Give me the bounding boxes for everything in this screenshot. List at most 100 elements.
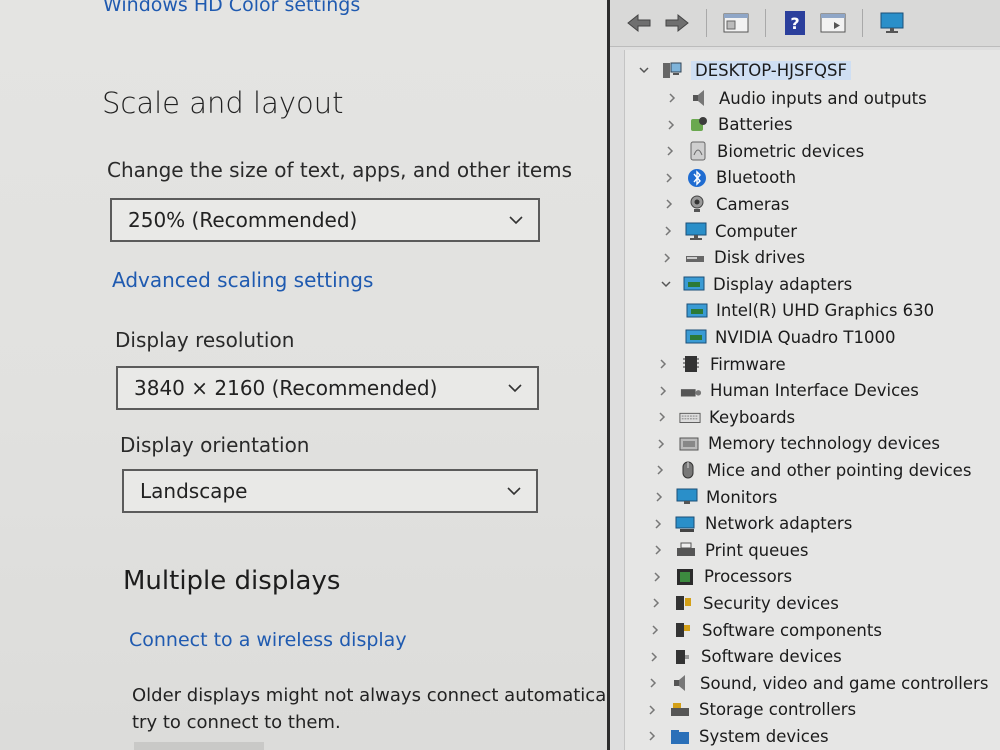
device-tree-category[interactable]: Storage controllers [645, 698, 856, 722]
speaker-icon [670, 673, 692, 693]
display-adapter-icon [686, 301, 708, 321]
system-folder-icon [669, 726, 691, 746]
device-manager-window: ? DESKTOP-HJSFQSF Audio inputs and outpu… [607, 0, 1000, 750]
chevron-down-icon[interactable] [659, 277, 673, 291]
advanced-scaling-link[interactable]: Advanced scaling settings [112, 268, 373, 292]
chevron-right-icon[interactable] [651, 543, 665, 557]
chevron-right-icon[interactable] [651, 517, 665, 531]
resolution-dropdown[interactable]: 3840 × 2160 (Recommended) [116, 366, 539, 410]
device-tree-category[interactable]: Batteries [664, 113, 793, 137]
toolbar-separator [765, 9, 766, 37]
chevron-right-icon[interactable] [661, 224, 675, 238]
device-tree-label: Audio inputs and outputs [719, 88, 927, 108]
chevron-right-icon[interactable] [662, 171, 676, 185]
toolbar-separator [862, 9, 863, 37]
device-tree-category[interactable]: Software components [648, 618, 882, 642]
network-icon [675, 514, 697, 534]
toolbar-separator [706, 9, 707, 37]
device-tree-category[interactable]: System devices [645, 724, 829, 748]
display-adapter-icon [685, 327, 707, 347]
monitor-icon [676, 487, 698, 507]
orientation-label: Display orientation [120, 433, 310, 457]
detect-button[interactable] [134, 742, 264, 750]
device-tree-category[interactable]: Monitors [652, 485, 777, 509]
chevron-right-icon[interactable] [664, 118, 678, 132]
chevron-right-icon[interactable] [650, 570, 664, 584]
chevron-right-icon[interactable] [662, 197, 676, 211]
svg-text:?: ? [790, 14, 799, 33]
device-tree-category[interactable]: Print queues [651, 538, 809, 562]
device-tree-category[interactable]: Bluetooth [662, 166, 796, 190]
help-icon[interactable]: ? [780, 8, 810, 38]
device-tree-category[interactable]: Security devices [649, 591, 839, 615]
chevron-down-icon [508, 384, 522, 393]
device-tree-category[interactable]: Processors [650, 565, 792, 589]
chevron-right-icon[interactable] [656, 357, 670, 371]
scale-dropdown[interactable]: 250% (Recommended) [110, 198, 540, 242]
chevron-right-icon[interactable] [652, 490, 666, 504]
device-tree-label: Intel(R) UHD Graphics 630 [716, 301, 935, 321]
device-tree-child-item[interactable]: Intel(R) UHD Graphics 630 [686, 299, 934, 323]
device-tree-category[interactable]: Mice and other pointing devices [653, 458, 971, 482]
computer-icon [661, 60, 683, 80]
device-tree-category[interactable]: Firmware [656, 352, 786, 376]
device-tree-category[interactable]: Keyboards [655, 405, 795, 429]
software-component-icon [672, 620, 694, 640]
speaker-icon [689, 88, 711, 108]
chevron-right-icon[interactable] [665, 91, 679, 105]
chevron-right-icon[interactable] [645, 729, 659, 743]
update-driver-icon[interactable] [818, 8, 848, 38]
chevron-right-icon[interactable] [653, 463, 667, 477]
device-tree-category[interactable]: Sound, video and game controllers [646, 671, 988, 695]
wireless-display-link[interactable]: Connect to a wireless display [129, 629, 407, 651]
device-tree-label: Processors [704, 567, 793, 587]
resolution-value: 3840 × 2160 (Recommended) [134, 376, 438, 400]
device-tree-category[interactable]: Display adapters [659, 272, 852, 296]
storage-icon [669, 700, 691, 720]
device-tree-label: Monitors [706, 487, 778, 507]
hid-icon [680, 381, 702, 401]
device-tree-label: Storage controllers [699, 700, 857, 720]
printer-icon [675, 540, 697, 560]
device-tree-label: Keyboards [709, 407, 796, 427]
device-tree-category[interactable]: Network adapters [651, 512, 852, 536]
chevron-down-icon [509, 216, 523, 225]
device-tree-label: Sound, video and game controllers [700, 673, 989, 693]
device-manager-toolbar: ? [610, 0, 1000, 47]
scale-label: Change the size of text, apps, and other… [107, 158, 573, 182]
chevron-right-icon[interactable] [654, 437, 668, 451]
scale-layout-heading: Scale and layout [102, 86, 344, 120]
device-tree-label: Software devices [701, 647, 842, 667]
device-tree-label: Mice and other pointing devices [707, 460, 972, 480]
chevron-right-icon[interactable] [656, 384, 670, 398]
chevron-right-icon[interactable] [663, 144, 677, 158]
device-tree-category[interactable]: Biometric devices [663, 139, 864, 163]
forward-arrow-icon[interactable] [662, 8, 692, 38]
device-tree-category[interactable]: Disk drives [660, 246, 805, 270]
multiple-displays-heading: Multiple displays [123, 566, 341, 596]
device-tree-child-item[interactable]: NVIDIA Quadro T1000 [685, 325, 895, 349]
device-tree-category[interactable]: Computer [661, 219, 797, 243]
chevron-right-icon[interactable] [649, 596, 663, 610]
hd-color-settings-link[interactable]: Windows HD Color settings [103, 0, 360, 16]
back-arrow-icon[interactable] [624, 8, 654, 38]
chevron-right-icon[interactable] [646, 676, 660, 690]
device-tree-category[interactable]: Software devices [647, 645, 842, 669]
chevron-right-icon[interactable] [648, 623, 662, 637]
chevron-down-icon[interactable] [637, 63, 651, 77]
properties-icon[interactable] [721, 8, 751, 38]
monitor-icon[interactable] [877, 8, 907, 38]
orientation-dropdown[interactable]: Landscape [122, 469, 538, 513]
device-tree-category[interactable]: Human Interface Devices [656, 379, 919, 403]
device-tree-category[interactable]: Memory technology devices [654, 432, 940, 456]
device-tree-category[interactable]: Cameras [662, 192, 789, 216]
chevron-right-icon[interactable] [655, 410, 669, 424]
chevron-right-icon[interactable] [660, 251, 674, 265]
device-tree: DESKTOP-HJSFQSF Audio inputs and outputs… [624, 50, 1000, 750]
device-tree-category[interactable]: Audio inputs and outputs [665, 86, 927, 110]
keyboard-icon [679, 407, 701, 427]
tree-root[interactable]: DESKTOP-HJSFQSF [637, 58, 851, 82]
chevron-down-icon [507, 487, 521, 496]
chevron-right-icon[interactable] [647, 650, 661, 664]
chevron-right-icon[interactable] [645, 703, 659, 717]
